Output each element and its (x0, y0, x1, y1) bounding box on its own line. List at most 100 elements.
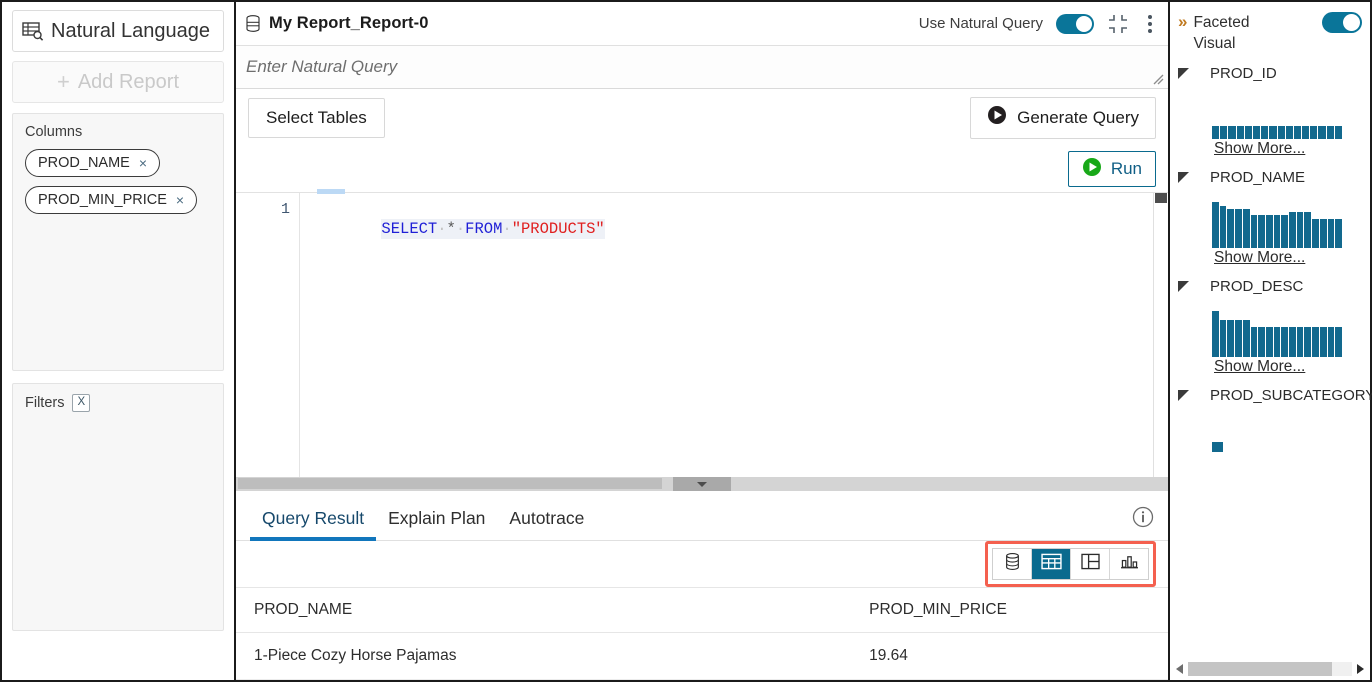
scrollbar-thumb[interactable] (238, 478, 662, 489)
scrollbar-track[interactable] (1188, 662, 1352, 676)
database-icon (1004, 552, 1021, 576)
clear-filters-icon[interactable]: X (72, 394, 90, 412)
facet-group-prod-subcategory: PROD_SUBCATEGORY (1178, 387, 1362, 452)
natural-language-icon (22, 21, 44, 41)
grid-icon (1041, 553, 1062, 575)
facet-label: PROD_DESC (1210, 278, 1303, 295)
scrollbar-thumb[interactable] (1188, 662, 1332, 676)
close-icon[interactable]: × (139, 156, 147, 170)
natural-language-button[interactable]: Natural Language (12, 10, 224, 52)
report-header: My Report_Report-0 Use Natural Query (236, 2, 1168, 46)
scroll-right-icon[interactable] (1352, 663, 1368, 675)
editor-horizontal-scrollbar[interactable] (236, 477, 1168, 491)
tab-query-result[interactable]: Query Result (250, 508, 376, 540)
close-icon[interactable]: × (176, 193, 184, 207)
facet-sparkline[interactable] (1212, 311, 1342, 357)
bar-chart-icon (1120, 553, 1139, 575)
show-more-link[interactable]: Show More... (1214, 358, 1362, 376)
facet-header[interactable]: PROD_DESC (1178, 278, 1362, 295)
tab-autotrace[interactable]: Autotrace (497, 508, 596, 540)
generate-query-button[interactable]: Generate Query (970, 97, 1156, 139)
facet-list: PROD_ID Show More... PROD_NAME (1170, 54, 1370, 452)
facet-group-prod-desc: PROD_DESC Show More... (1178, 278, 1362, 376)
faceted-visual-toggle[interactable] (1322, 12, 1362, 33)
sql-editor[interactable]: 1 SELECT·*·FROM·"PRODUCTS" (236, 192, 1168, 477)
columns-panel: Columns PROD_NAME × PROD_MIN_PRICE × (12, 113, 224, 371)
run-row: Run (236, 146, 1168, 192)
faceted-label: Faceted (1193, 12, 1249, 33)
view-mode-split-button[interactable] (1071, 549, 1110, 579)
columns-label: Columns (25, 124, 211, 140)
split-panel-icon (1081, 553, 1100, 575)
use-natural-query-label: Use Natural Query (919, 15, 1043, 32)
facet-sparkline[interactable] (1212, 442, 1342, 452)
left-sidebar: Natural Language + Add Report Columns PR… (2, 2, 236, 680)
more-options-icon[interactable] (1142, 13, 1158, 35)
facet-horizontal-scrollbar[interactable] (1170, 658, 1370, 680)
natural-query-field-wrapper (236, 46, 1168, 89)
column-chip-label: PROD_MIN_PRICE (38, 192, 167, 208)
results-tabs: Query Result Explain Plan Autotrace (236, 491, 1168, 541)
natural-language-label: Natural Language (51, 20, 210, 43)
select-tables-button[interactable]: Select Tables (248, 98, 385, 138)
query-actions-row: Select Tables Generate Query (236, 89, 1168, 146)
collapse-triangle-icon[interactable] (1178, 68, 1200, 79)
column-chip[interactable]: PROD_NAME × (25, 149, 160, 177)
view-mode-group (992, 548, 1149, 580)
use-natural-query-toggle[interactable] (1056, 14, 1094, 34)
facet-sparkline[interactable] (1212, 202, 1342, 248)
app-window: Natural Language + Add Report Columns PR… (0, 0, 1372, 682)
facet-header[interactable]: PROD_SUBCATEGORY (1178, 387, 1362, 404)
scroll-left-icon[interactable] (1172, 663, 1188, 675)
sql-code-line: SELECT·*·FROM·"PRODUCTS" (381, 219, 604, 239)
collapse-triangle-icon[interactable] (1178, 172, 1200, 183)
facet-group-prod-name: PROD_NAME Show More... (1178, 169, 1362, 267)
view-mode-row (236, 541, 1168, 587)
panel-splitter-handle[interactable] (673, 477, 731, 491)
column-chip-list: PROD_NAME × PROD_MIN_PRICE × (25, 149, 211, 223)
natural-query-input[interactable] (236, 46, 1168, 88)
editor-selection-marker (317, 189, 345, 194)
add-report-button[interactable]: + Add Report (12, 61, 224, 103)
view-mode-highlight (985, 541, 1156, 587)
column-chip-label: PROD_NAME (38, 155, 130, 171)
show-more-link[interactable]: Show More... (1214, 140, 1362, 158)
run-button[interactable]: Run (1068, 151, 1156, 187)
view-mode-database-button[interactable] (993, 549, 1032, 579)
scrollbar-thumb[interactable] (1155, 193, 1167, 203)
facet-header[interactable]: PROD_ID (1178, 65, 1362, 82)
table-row[interactable]: 1-Piece Cozy Horse Pajamas 19.64 (236, 633, 1168, 680)
collapse-triangle-icon[interactable] (1178, 281, 1200, 292)
faceted-visual-panel: » Faceted Visual PROD_ID Show More. (1170, 2, 1370, 680)
results-table: PROD_NAME PROD_MIN_PRICE 1-Piece Cozy Ho… (236, 587, 1168, 680)
collapse-triangle-icon[interactable] (1178, 390, 1200, 401)
collapse-icon[interactable] (1107, 13, 1129, 35)
filters-label: Filters (25, 395, 64, 411)
facet-sparkline[interactable] (1212, 126, 1342, 139)
show-more-link[interactable]: Show More... (1214, 249, 1362, 267)
view-mode-grid-button[interactable] (1032, 549, 1071, 579)
chevron-right-double-icon[interactable]: » (1178, 12, 1185, 32)
editor-vertical-scrollbar[interactable] (1153, 193, 1168, 477)
resize-handle-icon[interactable] (1151, 72, 1165, 86)
faceted-visual-header: » Faceted Visual (1170, 2, 1370, 54)
info-icon[interactable] (1132, 506, 1154, 533)
generate-query-label: Generate Query (1017, 108, 1139, 128)
facet-label: PROD_NAME (1210, 169, 1305, 186)
column-header-prod-min-price[interactable]: PROD_MIN_PRICE (851, 588, 1168, 633)
filters-panel: Filters X (12, 383, 224, 631)
column-header-prod-name[interactable]: PROD_NAME (236, 588, 851, 633)
editor-line-numbers: 1 (236, 193, 300, 477)
editor-code-area[interactable]: SELECT·*·FROM·"PRODUCTS" (300, 193, 1153, 477)
cell-prod-name: 1-Piece Cozy Horse Pajamas (236, 633, 851, 680)
main-content: My Report_Report-0 Use Natural Query (236, 2, 1170, 680)
facet-group-prod-id: PROD_ID Show More... (1178, 65, 1362, 158)
column-chip[interactable]: PROD_MIN_PRICE × (25, 186, 197, 214)
view-mode-chart-button[interactable] (1110, 549, 1148, 579)
facet-header[interactable]: PROD_NAME (1178, 169, 1362, 186)
tab-explain-plan[interactable]: Explain Plan (376, 508, 497, 540)
run-label: Run (1111, 159, 1142, 179)
play-icon-dark (987, 105, 1007, 130)
faceted-visual-title: Faceted Visual (1193, 12, 1249, 54)
cell-prod-min-price: 19.64 (851, 633, 1168, 680)
